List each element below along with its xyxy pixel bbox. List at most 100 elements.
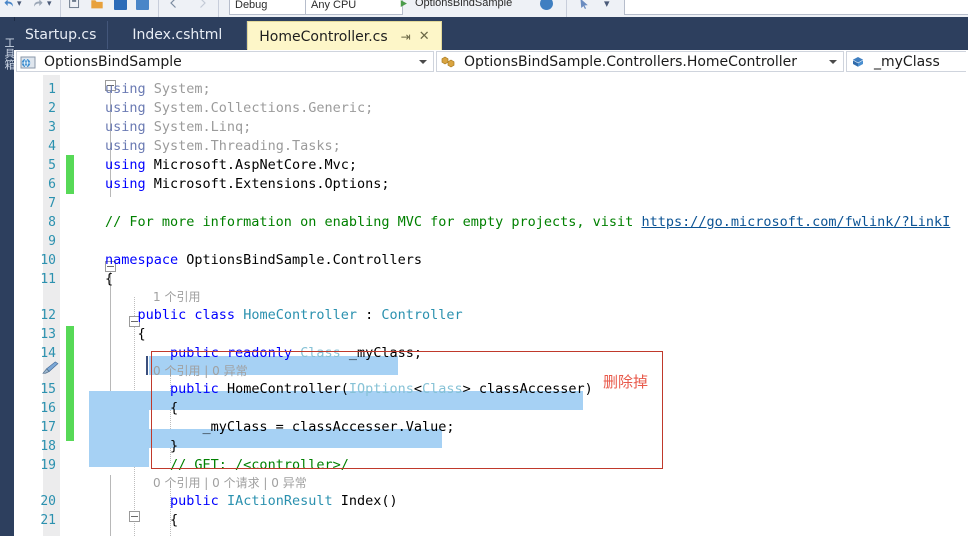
- panel-icon[interactable]: [136, 0, 149, 14]
- globe-icon[interactable]: [540, 0, 553, 14]
- line-number: 4: [48, 139, 56, 154]
- code-token: Index(): [332, 493, 398, 509]
- line-number: 10: [40, 253, 56, 268]
- line-text: public readonly Class _myClass;: [105, 344, 422, 363]
- type-dropdown[interactable]: OptionsBindSample.Controllers.HomeContro…: [436, 51, 844, 72]
- code-token: {: [105, 512, 179, 528]
- line-number: 17: [40, 420, 56, 435]
- chevron-down-icon[interactable]: [829, 59, 837, 64]
- line-number: 11: [40, 272, 56, 287]
- code-line[interactable]: 20 public IActionResult Index(): [14, 492, 968, 511]
- code-token: }: [105, 438, 179, 454]
- startup-project-label[interactable]: OptionsBindSample: [415, 0, 512, 9]
- line-text: {: [105, 270, 113, 289]
- code-line[interactable]: 9: [14, 232, 968, 251]
- tab-startup-cs[interactable]: Startup.cs: [14, 21, 109, 49]
- code-lines-container[interactable]: 1 using System; 2 using System.Collections.…: [14, 75, 968, 536]
- nav-back-icon[interactable]: [168, 0, 180, 14]
- configuration-combo[interactable]: Debug: [229, 0, 313, 15]
- code-line[interactable]: 14 public readonly Class _myClass;: [14, 344, 968, 363]
- line-number: 3: [48, 120, 56, 135]
- code-token: _myClass;: [340, 345, 422, 361]
- line-text: {: [105, 399, 178, 418]
- code-line[interactable]: 6 using Microsoft.Extensions.Options;: [14, 175, 968, 194]
- code-line[interactable]: 13 {: [14, 325, 968, 344]
- code-token: > classAccesser): [462, 381, 593, 397]
- codelens-indicator[interactable]: 1 个引用: [153, 289, 200, 306]
- tab-label: Startup.cs: [25, 27, 97, 43]
- code-token: HomeController: [243, 307, 357, 323]
- pin-icon[interactable]: ⇥: [401, 30, 411, 44]
- code-token: _myClass = classAccesser.Value;: [105, 419, 455, 435]
- code-line[interactable]: 1 using System;: [14, 80, 968, 99]
- toolbox-label: 工具箱: [3, 37, 16, 70]
- line-text: }: [105, 437, 178, 456]
- codelens-indicator[interactable]: 0 个引用 | 0 异常: [153, 363, 248, 380]
- code-line[interactable]: 8 // For more information on enabling MVC…: [14, 213, 968, 232]
- line-number: 7: [48, 196, 56, 211]
- code-token: OptionsBindSample.Controllers: [186, 252, 422, 268]
- code-token: System;: [153, 81, 211, 97]
- tab-index-cshtml[interactable]: Index.cshtml: [108, 21, 248, 49]
- code-line[interactable]: 3 using System.Linq;: [14, 118, 968, 137]
- save-all-icon[interactable]: [68, 0, 81, 14]
- code-line[interactable]: 18 }: [14, 437, 968, 456]
- codelens-indicator[interactable]: 0 个引用 | 0 个请求 | 0 异常: [153, 475, 307, 492]
- line-text: using System.Threading.Tasks;: [105, 137, 341, 156]
- line-text: {: [105, 325, 146, 344]
- code-token: IActionResult: [226, 493, 333, 509]
- line-text: namespace OptionsBindSample.Controllers: [105, 251, 422, 270]
- line-number: 5: [48, 158, 56, 173]
- code-line[interactable]: 16 {: [14, 399, 968, 418]
- search-box[interactable]: [624, 0, 968, 15]
- code-token: using: [105, 176, 154, 192]
- member-dropdown[interactable]: _myClass: [846, 51, 966, 72]
- nav-forward-icon[interactable]: [196, 0, 208, 14]
- code-token: namespace: [105, 252, 187, 268]
- code-line[interactable]: 19 // GET: /<controller>/: [14, 456, 968, 475]
- code-line[interactable]: 15 public HomeController(IOptions<Class>…: [14, 380, 968, 399]
- tab-label: HomeController.cs: [259, 28, 388, 45]
- line-number: 20: [40, 494, 56, 509]
- window-icon[interactable]: [114, 0, 127, 14]
- code-editor[interactable]: 1 using System; 2 using System.Collections.…: [14, 75, 968, 536]
- line-number: 1: [48, 82, 56, 97]
- code-line[interactable]: 7: [14, 194, 968, 213]
- code-line[interactable]: 21 {: [14, 511, 968, 530]
- code-token: https://go.microsoft.com/fwlink/?LinkI: [641, 214, 951, 230]
- configuration-value: Debug: [235, 0, 268, 11]
- line-text: public IActionResult Index(): [105, 492, 398, 511]
- platform-value: Any CPU: [311, 0, 357, 11]
- project-dropdown[interactable]: OptionsBindSample: [16, 51, 434, 72]
- tab-homecontroller-cs[interactable]: HomeController.cs ⇥ ✕: [247, 21, 442, 51]
- run-icon[interactable]: [398, 0, 409, 14]
- close-icon[interactable]: ✕: [419, 29, 430, 44]
- code-line[interactable]: 12 public class HomeController : Control…: [14, 306, 968, 325]
- platform-combo[interactable]: Any CPU: [305, 0, 403, 15]
- code-line[interactable]: 11 {: [14, 270, 968, 289]
- toolbox-panel-tab[interactable]: 工具箱: [0, 17, 16, 536]
- code-line[interactable]: 4 using System.Threading.Tasks;: [14, 137, 968, 156]
- code-line[interactable]: 17 _myClass = classAccesser.Value;: [14, 418, 968, 437]
- code-line[interactable]: 2 using System.Collections.Generic;: [14, 99, 968, 118]
- undo-icon[interactable]: ▾: [2, 0, 22, 14]
- code-line[interactable]: 10 namespace OptionsBindSample.Controller…: [14, 251, 968, 270]
- code-token: {: [105, 271, 114, 287]
- open-folder-icon[interactable]: [90, 0, 104, 14]
- chevron-down-icon[interactable]: [419, 59, 427, 64]
- code-token: Microsoft.Extensions.Options;: [153, 176, 390, 192]
- code-token: System.Linq;: [153, 119, 252, 135]
- redo-icon[interactable]: ▾: [32, 0, 52, 14]
- pointer-icon[interactable]: [578, 0, 591, 14]
- document-tabstrip: Startup.cs Index.cshtml HomeController.c…: [14, 18, 442, 51]
- code-line[interactable]: 5 using Microsoft.AspNetCore.Mvc;: [14, 156, 968, 175]
- code-token: Class: [300, 345, 341, 361]
- code-token: Class: [422, 381, 463, 397]
- line-text: public class HomeController : Controller: [105, 306, 463, 325]
- code-token: // GET: /<controller>/: [170, 457, 349, 473]
- line-number: 21: [40, 513, 56, 528]
- annotation-text: 删除掉: [603, 373, 649, 391]
- tab-label: Index.cshtml: [132, 27, 223, 43]
- dropdown-icon[interactable]: ▾: [602, 0, 610, 14]
